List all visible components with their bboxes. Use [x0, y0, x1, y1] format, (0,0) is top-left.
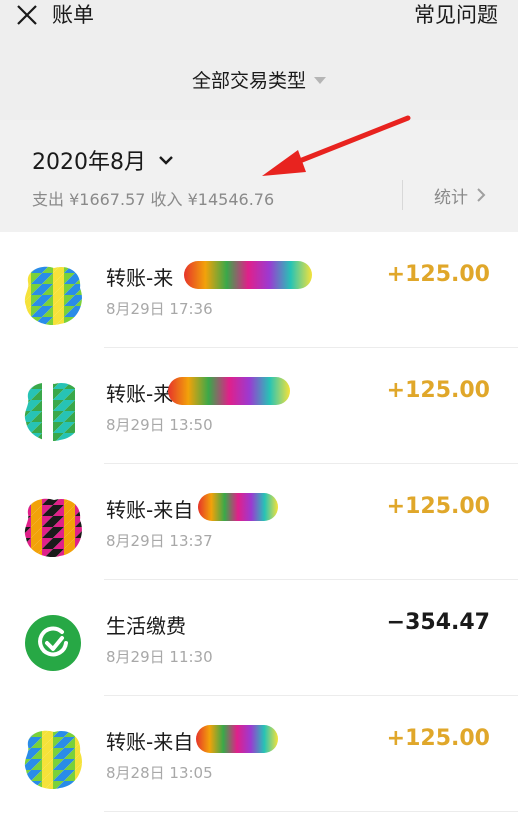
statistics-label: 统计	[434, 187, 468, 208]
transaction-amount: +125.00	[386, 726, 490, 751]
month-summary: 2020年8月 支出 ¥1667.57 收入 ¥14546.76 统计	[0, 120, 518, 232]
transaction-type-filter[interactable]: 全部交易类型	[0, 64, 518, 94]
redacted-avatar-icon	[24, 730, 82, 790]
divider	[402, 180, 403, 210]
transaction-avatar	[20, 494, 86, 560]
transaction-title: 转账-来	[106, 266, 174, 290]
redacted-avatar-icon	[24, 498, 82, 558]
close-icon	[17, 5, 37, 25]
transaction-amount: −354.47	[386, 610, 490, 635]
close-button[interactable]	[14, 2, 40, 28]
transaction-time: 8月28日 13:05	[106, 764, 213, 782]
caret-down-icon	[314, 76, 326, 84]
transaction-row[interactable]: 转账-来自 8月29日 13:37 +125.00	[0, 464, 518, 580]
transaction-row[interactable]: 转账-来 8月29日 13:50 +125.00	[0, 348, 518, 464]
statistics-button[interactable]: 统计	[434, 180, 486, 210]
transaction-avatar	[20, 378, 86, 444]
chevron-right-icon	[477, 188, 486, 202]
transaction-amount: +125.00	[386, 378, 490, 403]
transaction-row[interactable]: 生活缴费 8月29日 11:30 −354.47	[0, 580, 518, 696]
transaction-title: 生活缴费	[106, 614, 186, 638]
page-title: 账单	[52, 3, 94, 27]
filter-label: 全部交易类型	[191, 69, 306, 92]
transaction-title: 转账-来自	[106, 498, 194, 522]
transaction-title: 转账-来自	[106, 730, 194, 754]
income-total: 收入 ¥14546.76	[150, 190, 275, 209]
filter-bar: 全部交易类型	[0, 38, 518, 120]
transaction-row[interactable]: 转账-来自 8月28日 13:05 +125.00	[0, 696, 518, 812]
redaction-mosaic	[198, 493, 278, 521]
redacted-avatar-icon	[24, 266, 82, 326]
redacted-avatar-icon	[24, 382, 82, 442]
expense-total: 支出 ¥1667.57	[32, 190, 146, 209]
transaction-time: 8月29日 11:30	[106, 648, 213, 666]
transaction-avatar	[20, 262, 86, 328]
faq-link[interactable]: 常见问题	[414, 1, 498, 29]
transaction-avatar	[20, 726, 86, 792]
transaction-avatar	[20, 610, 86, 676]
month-totals: 支出 ¥1667.57 收入 ¥14546.76	[32, 186, 274, 210]
bill-page: 账单 常见问题 全部交易类型 2020年8月 支出 ¥1667.57 收入 ¥1…	[0, 0, 518, 817]
top-bar: 账单 常见问题	[0, 0, 518, 38]
transaction-amount: +125.00	[386, 262, 490, 287]
transaction-title: 转账-来	[106, 382, 174, 406]
redaction-mosaic	[168, 377, 290, 405]
redaction-mosaic	[184, 261, 312, 289]
chevron-down-icon	[159, 156, 173, 165]
redaction-mosaic	[196, 725, 278, 753]
month-label: 2020年8月	[32, 150, 146, 175]
row-divider	[104, 811, 518, 812]
transaction-amount: +125.00	[386, 494, 490, 519]
transaction-row[interactable]: 转账-来 8月29日 17:36 +125.00	[0, 232, 518, 348]
transaction-time: 8月29日 13:50	[106, 416, 213, 434]
month-picker[interactable]: 2020年8月	[32, 144, 174, 176]
transaction-list: 转账-来 8月29日 17:36 +125.00 转账-来 8月29日 13:50 +12…	[0, 232, 518, 812]
utility-payment-icon	[25, 615, 81, 671]
transaction-time: 8月29日 13:37	[106, 532, 213, 550]
transaction-time: 8月29日 17:36	[106, 300, 213, 318]
